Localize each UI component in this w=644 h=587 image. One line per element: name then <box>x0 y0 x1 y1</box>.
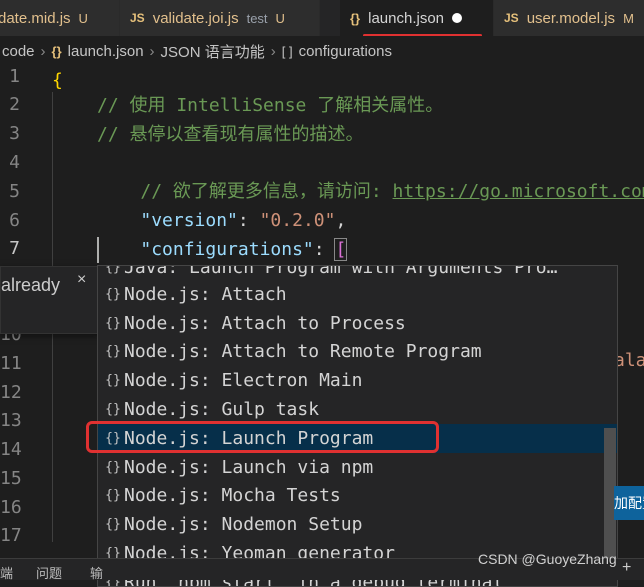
snippet-icon: {} <box>105 287 121 302</box>
line-number: 3 <box>9 123 20 144</box>
git-status-badge: M <box>623 10 634 26</box>
suggestion-label: Node.js: Gulp task <box>124 399 320 420</box>
tab-label: launch.json <box>368 9 445 27</box>
git-status-badge: U <box>275 10 285 26</box>
chevron-right-icon: › <box>270 42 276 60</box>
notification-toast: already × <box>0 266 100 334</box>
tab-date-mid[interactable]: date.mid.js U <box>0 0 120 36</box>
js-file-icon: JS <box>130 11 145 25</box>
snippet-icon: {} <box>105 316 121 331</box>
line-number: 11 <box>0 353 22 374</box>
panel-tab-problems[interactable]: 问题 <box>36 563 62 582</box>
code-line-6: "configurations": [ <box>140 238 348 261</box>
tab-user-model[interactable]: JS user.model.js M <box>494 0 644 36</box>
suggestion-item[interactable]: {} Node.js: Nodemon Setup <box>98 510 617 539</box>
js-file-icon: JS <box>504 11 519 25</box>
suggestion-label: Node.js: Attach to Remote Program <box>124 341 482 362</box>
suggestion-item[interactable]: {} Node.js: Mocha Tests <box>98 481 617 510</box>
tab-label: date.mid.js <box>0 9 71 27</box>
snippet-icon: {} <box>105 373 121 388</box>
snippet-icon: {} <box>105 517 121 532</box>
breadcrumb: code › {} launch.json › JSON 语言功能 › [ ] … <box>0 36 644 66</box>
breadcrumb-item-code[interactable]: code <box>2 43 35 60</box>
suggestion-item[interactable]: {} Node.js: Attach to Remote Program <box>98 337 617 366</box>
add-configuration-button[interactable]: 加配置 <box>614 486 644 520</box>
tab-launch-json[interactable]: {} launch.json <box>340 0 494 36</box>
code-line-5: "version": "0.2.0", <box>140 210 347 231</box>
suggestion-label: Node.js: Mocha Tests <box>124 485 341 506</box>
suggestion-item[interactable]: {} Node.js: Electron Main <box>98 366 617 395</box>
line-number: 6 <box>9 210 20 231</box>
editor-tab-bar: date.mid.js U JS validate.joi.js test U … <box>0 0 644 37</box>
breadcrumb-item-file[interactable]: launch.json <box>68 43 144 60</box>
suggestion-item[interactable]: {} Node.js: Gulp task <box>98 395 617 424</box>
snippet-icon: {} <box>105 344 121 359</box>
plus-icon[interactable]: + <box>622 559 631 577</box>
line-number: 13 <box>0 410 22 431</box>
line-number: 17 <box>0 525 22 546</box>
breadcrumb-item-configurations[interactable]: configurations <box>299 43 392 60</box>
snippet-icon: {} <box>105 402 121 417</box>
tab-label: validate.joi.js <box>152 9 239 27</box>
text-cursor <box>97 237 99 263</box>
suggestion-item[interactable]: {} Node.js: Launch via npm <box>98 453 617 482</box>
chevron-right-icon: › <box>149 42 155 60</box>
line-number: 15 <box>0 468 22 489</box>
panel-tab-output[interactable]: 输 <box>90 563 103 582</box>
array-bracket: [ <box>334 238 348 261</box>
notification-text: already <box>1 275 61 295</box>
line-number: 7 <box>9 238 20 259</box>
suggestion-label: Node.js: Attach to Process <box>124 313 406 334</box>
json-file-icon: {} <box>350 10 361 26</box>
watermark: CSDN @GuoyeZhang <box>478 551 617 567</box>
json-key: "configurations" <box>140 239 314 260</box>
line-number: 16 <box>0 497 22 518</box>
suggestion-item[interactable]: {} Node.js: Attach <box>98 280 617 309</box>
line-number: 1 <box>9 66 20 87</box>
array-icon: [ ] <box>281 43 293 59</box>
line-number: 2 <box>9 94 20 115</box>
snippet-icon: {} <box>105 460 121 475</box>
tab-validate-joi[interactable]: JS validate.joi.js test U <box>120 0 320 36</box>
docs-link[interactable]: https://go.microsoft.com <box>393 181 644 202</box>
line-number: 5 <box>9 181 20 202</box>
suggestion-label: Node.js: Nodemon Setup <box>124 514 363 535</box>
code-line-3: // 悬停以查看现有属性的描述。 <box>97 124 364 145</box>
partial-code-text: ala <box>614 350 644 371</box>
chevron-right-icon: › <box>40 42 46 60</box>
code-line-2: // 使用 IntelliSense 了解相关属性。 <box>97 95 444 116</box>
git-status-badge: U <box>78 10 88 26</box>
unsaved-dot-icon[interactable] <box>452 13 463 23</box>
suggestion-item[interactable]: {} Node.js: Attach to Process <box>98 309 617 338</box>
suggestion-label: Node.js: Attach <box>124 284 287 305</box>
suggestion-label: Node.js: Launch via npm <box>124 457 374 478</box>
line-number: 12 <box>0 382 22 403</box>
line-number: 14 <box>0 439 22 460</box>
suggestion-label: Node.js: Electron Main <box>124 370 363 391</box>
line-number: 4 <box>9 152 20 173</box>
json-file-icon: {} <box>51 43 62 59</box>
annotation-highlight-box <box>86 421 439 453</box>
code-line-1: { <box>52 70 63 91</box>
breadcrumb-item-language[interactable]: JSON 语言功能 <box>161 41 265 62</box>
snippet-icon: {} <box>105 488 121 503</box>
panel-tab-terminal[interactable]: 端 <box>0 563 13 582</box>
tab-description: test <box>246 10 268 26</box>
close-icon[interactable]: × <box>77 271 86 289</box>
tab-label: user.model.js <box>526 9 616 27</box>
code-line-4: // 欲了解更多信息，请访问: https://go.microsoft.com <box>97 148 644 202</box>
